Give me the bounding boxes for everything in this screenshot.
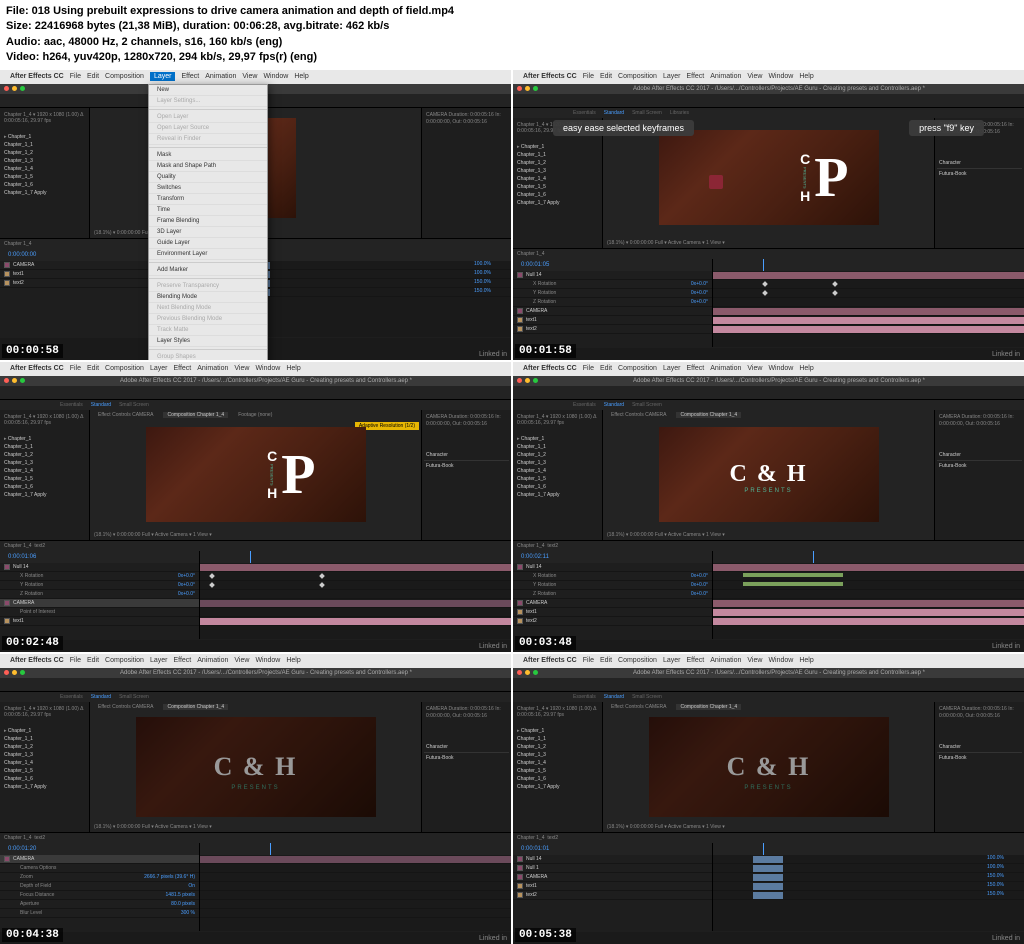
timeline-panel[interactable]: Chapter 1_4 text2 0:00:01:01 Null 14 Nul… <box>513 832 1024 932</box>
project-panel[interactable]: Chapter 1_4 ▾ 1920 x 1080 (1.00) Δ 0:00:… <box>513 410 603 540</box>
timestamp: 00:02:48 <box>2 636 63 650</box>
thumbnail-2: After Effects CC FileEditCompositionLaye… <box>513 70 1024 360</box>
menu-transform[interactable]: Transform <box>149 194 267 205</box>
video-line: Video: h264, yuv420p, 1280x720, 294 kb/s… <box>6 50 1018 65</box>
menu-effect[interactable]: Effect <box>181 73 199 80</box>
thumbnail-grid: After Effects CC File Edit Composition L… <box>0 70 1024 944</box>
menu-env-layer[interactable]: Environment Layer <box>149 249 267 260</box>
proj-item[interactable]: Chapter_1_7 Apply <box>2 189 87 197</box>
menu-switches[interactable]: Switches <box>149 183 267 194</box>
menu-animation[interactable]: Animation <box>205 73 236 80</box>
audio-line: Audio: aac, 48000 Hz, 2 channels, s16, 1… <box>6 35 1018 50</box>
layer-null14[interactable]: Null 14 <box>0 563 199 572</box>
layer-dropdown[interactable]: New Layer Settings... Open Layer Open La… <box>148 84 268 360</box>
timestamp: 00:05:38 <box>515 928 576 942</box>
menu-layer-styles[interactable]: Layer Styles <box>149 336 267 347</box>
menu-group: Group Shapes <box>149 352 267 360</box>
prop-xrot[interactable]: X Rotation0x+0.0° <box>513 280 712 289</box>
macos-menubar[interactable]: After Effects CC FileEditCompositionLaye… <box>513 70 1024 84</box>
menu-add-marker[interactable]: Add Marker <box>149 265 267 276</box>
timestamp: 00:03:48 <box>515 636 576 650</box>
thumbnail-1: After Effects CC File Edit Composition L… <box>0 70 511 360</box>
linkedin-watermark: Linked in <box>479 351 507 358</box>
thumbnail-5: After Effects CC FileEditCompositionLaye… <box>0 654 511 944</box>
menu-track-matte: Track Matte <box>149 325 267 336</box>
logo-ch: C & H <box>214 752 298 782</box>
project-panel[interactable]: Chapter 1_4 ▾ 1920 x 1080 (1.00) Δ 0:00:… <box>0 108 90 238</box>
thumbnail-3: After Effects CC FileEditCompositionLaye… <box>0 362 511 652</box>
menu-prev-blend: Previous Blending Mode <box>149 314 267 325</box>
macos-menubar[interactable]: After Effects CC FileEditCompositionLaye… <box>513 362 1024 376</box>
timeline-panel[interactable]: Chapter 1_4 text2 0:00:01:06 Null 14 X R… <box>0 540 511 640</box>
macos-menubar[interactable]: After Effects CC File Edit Composition L… <box>0 70 511 84</box>
proj-item[interactable]: Chapter_1 <box>2 133 87 141</box>
layer-text1[interactable]: text1 <box>513 316 712 325</box>
macos-menubar[interactable]: After Effects CC FileEditCompositionLaye… <box>513 654 1024 668</box>
proj-item[interactable]: Chapter_1_4 <box>2 165 87 173</box>
project-panel[interactable]: Chapter 1_4 ▾ 1920 x 1080 (1.00) Δ 0:00:… <box>513 118 603 248</box>
menu-guide-layer[interactable]: Guide Layer <box>149 238 267 249</box>
proj-item[interactable]: Chapter_1_3 <box>2 157 87 165</box>
prop-yrot[interactable]: Y Rotation0x+0.0° <box>513 289 712 298</box>
menu-new[interactable]: New <box>149 85 267 96</box>
timestamp: 00:00:58 <box>2 344 63 358</box>
menu-file[interactable]: File <box>70 73 81 80</box>
menu-view[interactable]: View <box>242 73 257 80</box>
layer-camera[interactable]: CAMERA <box>513 307 712 316</box>
project-panel[interactable]: Chapter 1_4 ▾ 1920 x 1080 (1.00) Δ 0:00:… <box>0 410 90 540</box>
timecode[interactable]: 0:00:00:00 <box>4 252 40 258</box>
info-panel: CAMERA Duration: 0:00:05:16 In: 0:00:00:… <box>421 108 511 238</box>
menu-composition[interactable]: Composition <box>105 73 144 80</box>
menu-next-blend: Next Blending Mode <box>149 303 267 314</box>
menu-mask-shape[interactable]: Mask and Shape Path <box>149 161 267 172</box>
tl-tab[interactable]: Chapter 1_4 <box>4 241 32 247</box>
project-panel[interactable]: Chapter 1_4 ▾ 1920 x 1080 (1.00) Δ 0:00:… <box>513 702 603 832</box>
layer-null14[interactable]: Null 14 <box>513 271 712 280</box>
menu-open-layer: Open Layer <box>149 112 267 123</box>
menu-layer-settings: Layer Settings... <box>149 96 267 107</box>
menu-help[interactable]: Help <box>294 73 308 80</box>
menu-reveal-finder: Reveal in Finder <box>149 134 267 145</box>
tooltip-ease: easy ease selected keyframes <box>553 120 694 136</box>
project-panel[interactable]: Chapter 1_4 ▾ 1920 x 1080 (1.00) Δ 0:00:… <box>0 702 90 832</box>
menu-open-layer-source: Open Layer Source <box>149 123 267 134</box>
file-info-header: File: 018 Using prebuilt expressions to … <box>0 0 1024 70</box>
logo-ch: C & H <box>730 461 808 488</box>
proj-item[interactable]: Chapter_1_2 <box>2 149 87 157</box>
file-line: File: 018 Using prebuilt expressions to … <box>6 4 1018 19</box>
menu-edit[interactable]: Edit <box>87 73 99 80</box>
macos-menubar[interactable]: After Effects CC FileEditCompositionLaye… <box>0 654 511 668</box>
menu-3d-layer[interactable]: 3D Layer <box>149 227 267 238</box>
window-titlebar: Adobe After Effects CC 2017 - /Users/...… <box>513 84 1024 94</box>
layer-info: CAMERA Duration: 0:00:05:16 In: 0:00:00:… <box>424 110 509 128</box>
proj-item[interactable]: Chapter_1_5 <box>2 173 87 181</box>
app-name: After Effects CC <box>10 73 64 80</box>
thumbnail-6: After Effects CC FileEditCompositionLaye… <box>513 654 1024 944</box>
menu-preserve-t: Preserve Transparency <box>149 281 267 292</box>
ae-toolbar[interactable] <box>513 94 1024 108</box>
timeline-panel[interactable]: Chapter 1_4 text2 0:00:02:11 Null 14 X R… <box>513 540 1024 640</box>
menu-time[interactable]: Time <box>149 205 267 216</box>
proj-item[interactable]: Chapter_1_6 <box>2 181 87 189</box>
menu-blend-mode[interactable]: Blending Mode <box>149 292 267 303</box>
menu-mask[interactable]: Mask <box>149 150 267 161</box>
proj-item[interactable]: Chapter_1_1 <box>2 141 87 149</box>
timestamp: 00:04:38 <box>2 928 63 942</box>
timeline-panel[interactable]: Chapter 1_4 0:00:01:05 Null 14 X Rotatio… <box>513 248 1024 348</box>
macos-menubar[interactable]: After Effects CC FileEditCompositionLaye… <box>0 362 511 376</box>
logo-ch: C & H <box>727 752 811 782</box>
menu-layer[interactable]: Layer <box>150 72 176 81</box>
timestamp: 00:01:58 <box>515 344 576 358</box>
timeline-panel[interactable]: Chapter 1_4 text2 0:00:01:20 CAMERA Came… <box>0 832 511 932</box>
comp-info: Chapter 1_4 ▾ 1920 x 1080 (1.00) Δ 0:00:… <box>2 110 87 127</box>
menu-quality[interactable]: Quality <box>149 172 267 183</box>
menu-frame-blending[interactable]: Frame Blending <box>149 216 267 227</box>
layer-camera-sel[interactable]: CAMERA <box>0 599 199 608</box>
prop-zrot[interactable]: Z Rotation0x+0.0° <box>513 298 712 307</box>
menu-window[interactable]: Window <box>263 73 288 80</box>
thumbnail-4: After Effects CC FileEditCompositionLaye… <box>513 362 1024 652</box>
layer-text2[interactable]: text2 <box>513 325 712 334</box>
tooltip-f9: press "f9" key <box>909 120 984 136</box>
size-line: Size: 22416968 bytes (21,38 MiB), durati… <box>6 19 1018 34</box>
